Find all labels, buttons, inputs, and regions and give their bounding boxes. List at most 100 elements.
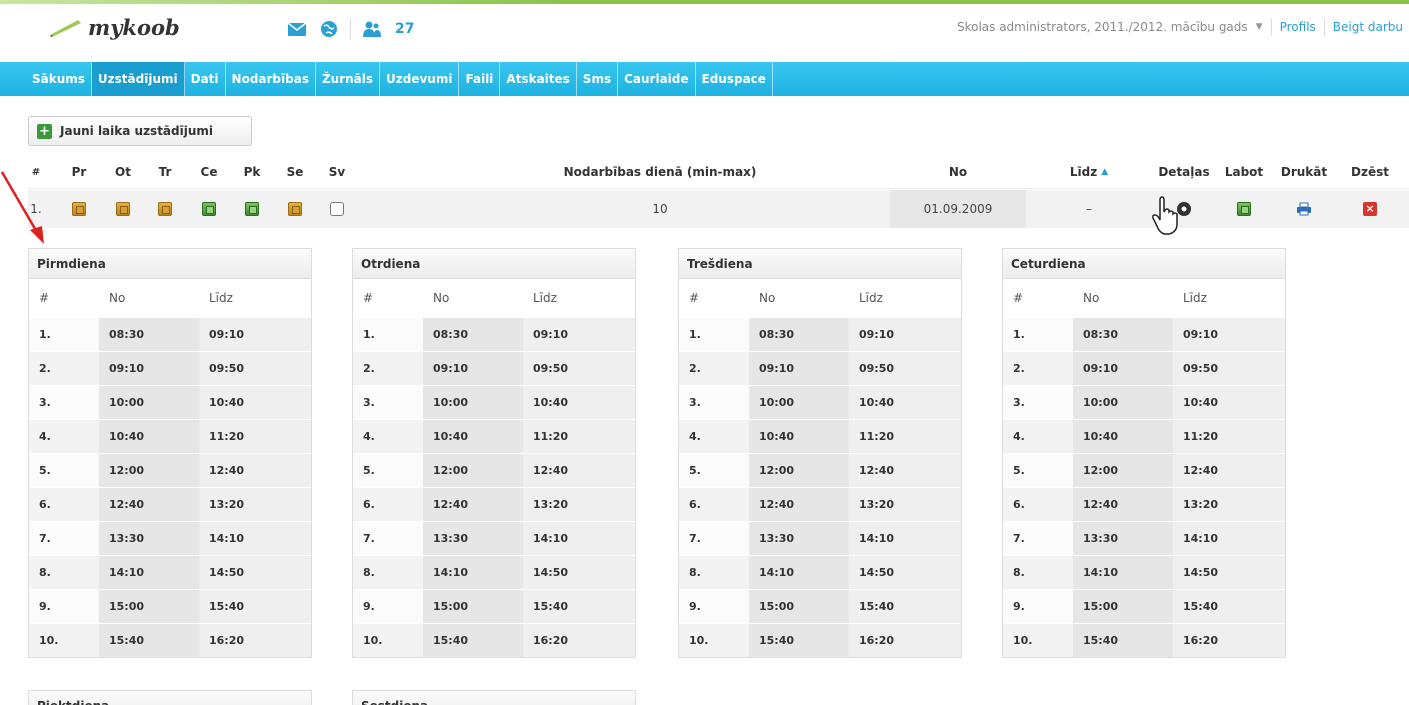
globe-icon[interactable]: [318, 19, 340, 39]
profile-link[interactable]: Profils: [1280, 20, 1316, 34]
col-to[interactable]: Līdz ▲: [1034, 155, 1144, 189]
day-panel-title: Ceturdiena: [1003, 249, 1285, 279]
period-to: 10:40: [199, 386, 311, 419]
users-count[interactable]: 27: [395, 21, 414, 37]
table-row: 2. 09:10 09:50: [679, 351, 961, 385]
users-icon[interactable]: [361, 19, 383, 39]
edit-day-icon: [288, 202, 302, 216]
period-list: 1. 08:30 09:10 2. 09:10 09:50 3. 10:00 10:40 4. 10…: [679, 317, 961, 657]
edit-button[interactable]: [1218, 190, 1270, 228]
period-to: 16:20: [523, 624, 635, 657]
nav-item[interactable]: Uzstādījumi: [91, 62, 185, 96]
day-panel-title: Trešdiena: [679, 249, 961, 279]
period-to: 13:20: [1173, 488, 1285, 521]
sv-checkbox[interactable]: [330, 202, 344, 216]
period-to: 09:50: [849, 352, 961, 385]
period-to: 11:20: [1173, 420, 1285, 453]
to-date: –: [1086, 202, 1092, 216]
day-panel-title: Otrdiena: [353, 249, 635, 279]
nav-item[interactable]: Atskaites: [500, 62, 577, 96]
period-col-from: No: [1083, 291, 1100, 305]
period-to: 15:40: [849, 590, 961, 623]
col-to-label: Līdz: [1069, 165, 1098, 179]
period-col-to: Līdz: [209, 291, 233, 305]
logout-link[interactable]: Beigt darbu: [1333, 20, 1403, 34]
nav-item[interactable]: Nodarbības: [226, 62, 316, 96]
nav-item[interactable]: Eduspace: [696, 62, 773, 96]
period-col-num: #: [363, 291, 374, 305]
day-panel-title: Piektdiena: [29, 691, 311, 705]
nav-item[interactable]: Faili: [459, 62, 501, 96]
table-row: 9. 15:00 15:40: [353, 589, 635, 623]
table-row: 3. 10:00 10:40: [679, 385, 961, 419]
table-row: 4. 10:40 11:20: [29, 419, 311, 453]
period-to: 14:50: [523, 556, 635, 589]
sort-asc-icon: ▲: [1101, 167, 1109, 177]
day-pr-cell[interactable]: [62, 190, 96, 228]
brand-name: mykoob: [88, 14, 180, 40]
nav-item[interactable]: Dati: [185, 62, 226, 96]
period-from: 15:40: [749, 624, 849, 657]
schedule-table-header: # Pr Ot Tr Ce Pk Se Sv Nodarbības dienā …: [28, 155, 1409, 189]
day-tr-cell[interactable]: [148, 190, 182, 228]
per-day-value: 10: [652, 202, 668, 216]
print-button[interactable]: [1274, 190, 1334, 228]
period-to: 12:40: [199, 454, 311, 487]
table-row: 9. 15:00 15:40: [679, 589, 961, 623]
logo[interactable]: mykoob: [48, 10, 180, 44]
period-num: 4.: [1013, 430, 1025, 443]
main-nav: Sākums Uzstādījumi Dati Nodarbības Žurnāls Uz…: [0, 62, 1409, 96]
period-from: 12:40: [423, 488, 523, 521]
period-header: # No Līdz: [1003, 279, 1285, 317]
delete-button[interactable]: ×: [1340, 190, 1400, 228]
table-row: 2. 09:10 09:50: [29, 351, 311, 385]
day-pk-cell[interactable]: [235, 190, 269, 228]
nav-item[interactable]: Žurnāls: [316, 62, 381, 96]
table-row: 10. 15:40 16:20: [679, 623, 961, 657]
day-ce-cell[interactable]: [192, 190, 226, 228]
col-ce: Ce: [200, 165, 218, 179]
day-se-cell[interactable]: [278, 190, 312, 228]
table-row: 8. 14:10 14:50: [1003, 555, 1285, 589]
period-to: 13:20: [523, 488, 635, 521]
period-num: 3.: [363, 396, 375, 409]
from-date: 01.09.2009: [890, 190, 1026, 228]
col-sv: Sv: [328, 165, 346, 179]
day-panel: Piektdiena: [28, 690, 312, 705]
table-row: 4. 10:40 11:20: [353, 419, 635, 453]
nav-item[interactable]: Sms: [577, 62, 619, 96]
divider: [1323, 18, 1325, 36]
table-row: 5. 12:00 12:40: [1003, 453, 1285, 487]
period-from: 12:40: [749, 488, 849, 521]
period-from: 08:30: [99, 318, 199, 351]
pen-icon: [50, 20, 81, 37]
period-list: 1. 08:30 09:10 2. 09:10 09:50 3. 10:00 10:40 4. 10…: [353, 317, 635, 657]
col-from: No: [948, 165, 968, 179]
mail-icon[interactable]: [286, 19, 308, 39]
plus-icon: +: [37, 123, 52, 139]
period-num: 1.: [1013, 328, 1025, 341]
nav-item[interactable]: Caurlaide: [618, 62, 696, 96]
period-num: 1.: [363, 328, 375, 341]
table-row: 10. 15:40 16:20: [29, 623, 311, 657]
role-selector[interactable]: Skolas administrators, 2011./2012. mācīb…: [957, 20, 1248, 34]
day-panel-title: Pirmdiena: [29, 249, 311, 279]
period-to: 16:20: [1173, 624, 1285, 657]
day-sv-cell[interactable]: [320, 190, 354, 228]
day-ot-cell[interactable]: [106, 190, 140, 228]
annotation-arrow-icon: [0, 171, 44, 244]
period-from: 15:40: [423, 624, 523, 657]
table-row: 1. 08:30 09:10: [679, 317, 961, 351]
nav-item[interactable]: Uzdevumi: [380, 62, 460, 96]
period-num: 10.: [689, 634, 709, 647]
period-to: 14:10: [199, 522, 311, 555]
hand-cursor-icon: [1152, 196, 1178, 235]
period-to: 15:40: [523, 590, 635, 623]
table-row: 1. 08:30 09:10: [353, 317, 635, 351]
nav-item[interactable]: Sākums: [26, 62, 92, 96]
period-from: 15:00: [749, 590, 849, 623]
period-to: 10:40: [849, 386, 961, 419]
chevron-down-icon[interactable]: ▼: [1256, 22, 1263, 32]
new-time-settings-button[interactable]: + Jauni laika uzstādījumi: [28, 116, 252, 146]
period-to: 14:10: [849, 522, 961, 555]
